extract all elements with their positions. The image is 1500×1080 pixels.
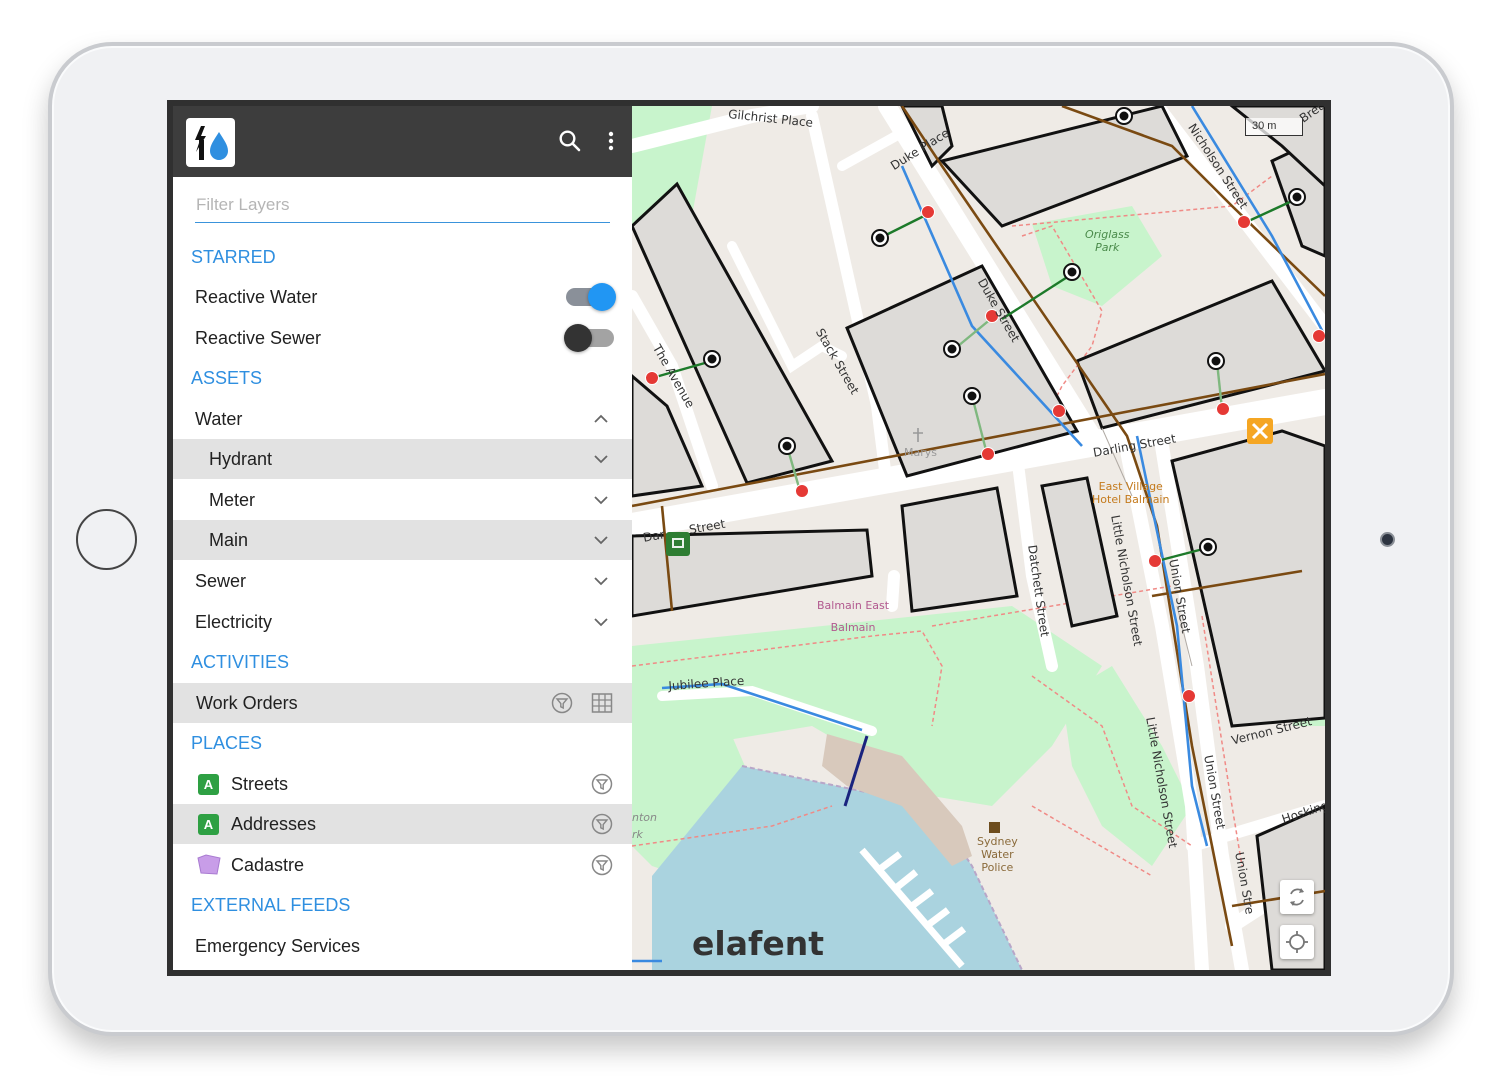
- chevron-down-icon[interactable]: [593, 451, 609, 467]
- park-label: Origlass Park: [1085, 228, 1129, 254]
- filter-icon[interactable]: [591, 813, 613, 835]
- poi-text: Origlass: [1085, 228, 1130, 241]
- filter-layers-field: [173, 177, 632, 237]
- layer-group-water-label: Water: [195, 409, 243, 429]
- poi-text: Police: [981, 861, 1014, 874]
- layer-main[interactable]: Main: [173, 520, 632, 560]
- poi-text: Balmain: [830, 621, 876, 634]
- map-view[interactable]: Gilchrist Place Duke Place Nicholson Str…: [632, 106, 1325, 970]
- home-button[interactable]: [76, 509, 137, 570]
- work-order-marker: [666, 532, 690, 556]
- chevron-down-icon[interactable]: [593, 573, 609, 589]
- search-icon[interactable]: [557, 128, 583, 154]
- brand-logo: elafent: [692, 924, 824, 963]
- layer-work-orders-label: Work Orders: [196, 693, 298, 713]
- app-toolbar: [173, 106, 632, 177]
- layer-reactive-sewer-label: Reactive Sewer: [195, 328, 322, 348]
- layer-hydrant[interactable]: Hydrant: [173, 439, 632, 479]
- section-external-feeds: EXTERNAL FEEDS: [173, 885, 632, 925]
- poi-text: Park: [1095, 241, 1120, 254]
- cadastre-polygon-icon: [197, 854, 221, 875]
- layer-emergency-services-label: Emergency Services: [195, 936, 361, 956]
- layer-reactive-water-label: Reactive Water: [195, 287, 318, 307]
- layer-group-sewer-label: Sewer: [195, 571, 247, 591]
- filter-layers-input[interactable]: [195, 187, 610, 223]
- layer-reactive-sewer[interactable]: Reactive Sewer: [173, 318, 632, 358]
- poi-text: Water: [981, 848, 1014, 861]
- layer-meter[interactable]: Meter: [173, 480, 632, 520]
- camera-icon: [1380, 532, 1395, 547]
- locate-me-button[interactable]: [1280, 925, 1314, 959]
- section-places: PLACES: [173, 723, 632, 763]
- layer-main-label: Main: [209, 530, 249, 550]
- layer-meter-label: Meter: [209, 490, 256, 510]
- app-logo[interactable]: [186, 118, 235, 167]
- hotel-label: East Village Hotel Balmain: [1092, 480, 1169, 506]
- park-label: rk: [632, 828, 643, 841]
- more-vert-icon[interactable]: [601, 128, 621, 154]
- address-badge-icon: A: [198, 774, 219, 795]
- filter-icon[interactable]: [551, 692, 573, 714]
- layer-reactive-water[interactable]: Reactive Water: [173, 277, 632, 317]
- park-label: nton: [632, 811, 657, 824]
- section-places-label: PLACES: [191, 733, 263, 753]
- chevron-up-icon[interactable]: [593, 411, 609, 427]
- layer-group-electricity[interactable]: Electricity: [173, 602, 632, 642]
- layer-cadastre-label: Cadastre: [231, 855, 305, 875]
- layer-cadastre[interactable]: Cadastre: [173, 845, 632, 885]
- layer-hydrant-label: Hydrant: [209, 449, 273, 469]
- layer-addresses-label: Addresses: [231, 814, 317, 834]
- layer-group-sewer[interactable]: Sewer: [173, 561, 632, 601]
- layer-addresses[interactable]: A Addresses: [173, 804, 632, 844]
- app-window: STARRED Reactive Water Reactive Sewer AS…: [173, 106, 1325, 970]
- map-scale: 30 m: [1245, 118, 1303, 136]
- poi-text: Hotel Balmain: [1092, 493, 1170, 506]
- section-external-feeds-label: EXTERNAL FEEDS: [191, 895, 351, 915]
- filter-icon[interactable]: [591, 773, 613, 795]
- poi-text: Sydney: [977, 835, 1018, 848]
- incident-marker: [1247, 418, 1273, 444]
- reactive-sewer-toggle[interactable]: [564, 324, 618, 352]
- address-badge-icon: A: [198, 814, 219, 835]
- screen: STARRED Reactive Water Reactive Sewer AS…: [167, 100, 1331, 976]
- poi-text: Balmain East: [817, 599, 890, 612]
- layer-group-water[interactable]: Water: [173, 399, 632, 439]
- section-activities-label: ACTIVITIES: [191, 652, 290, 672]
- reactive-water-toggle[interactable]: [564, 283, 618, 311]
- table-grid-icon[interactable]: [591, 692, 613, 714]
- refresh-icon: [1290, 888, 1304, 906]
- section-assets-label: ASSETS: [191, 368, 263, 388]
- layers-panel: STARRED Reactive Water Reactive Sewer AS…: [173, 106, 632, 970]
- poi-text: East Village: [1098, 480, 1163, 493]
- layer-streets-label: Streets: [231, 774, 289, 794]
- layer-emergency-services[interactable]: Emergency Services: [173, 926, 632, 966]
- layer-group-electricity-label: Electricity: [195, 612, 273, 632]
- layer-streets[interactable]: A Streets: [173, 764, 632, 804]
- filter-icon[interactable]: [591, 854, 613, 876]
- chevron-down-icon[interactable]: [593, 492, 609, 508]
- church-label: Marys: [904, 446, 937, 459]
- layer-work-orders[interactable]: Work Orders: [173, 683, 632, 723]
- section-starred-label: STARRED: [191, 247, 276, 267]
- crosshair-icon: [1286, 931, 1308, 953]
- police-label: Sydney Water Police: [977, 835, 1018, 874]
- suburb-label: Balmain East Balmain: [817, 599, 889, 634]
- rotate-map-button[interactable]: [1280, 880, 1314, 914]
- chevron-down-icon[interactable]: [593, 532, 609, 548]
- section-activities: ACTIVITIES: [173, 642, 632, 682]
- chevron-down-icon[interactable]: [593, 614, 609, 630]
- section-starred: STARRED: [173, 237, 632, 277]
- section-assets: ASSETS: [173, 358, 632, 398]
